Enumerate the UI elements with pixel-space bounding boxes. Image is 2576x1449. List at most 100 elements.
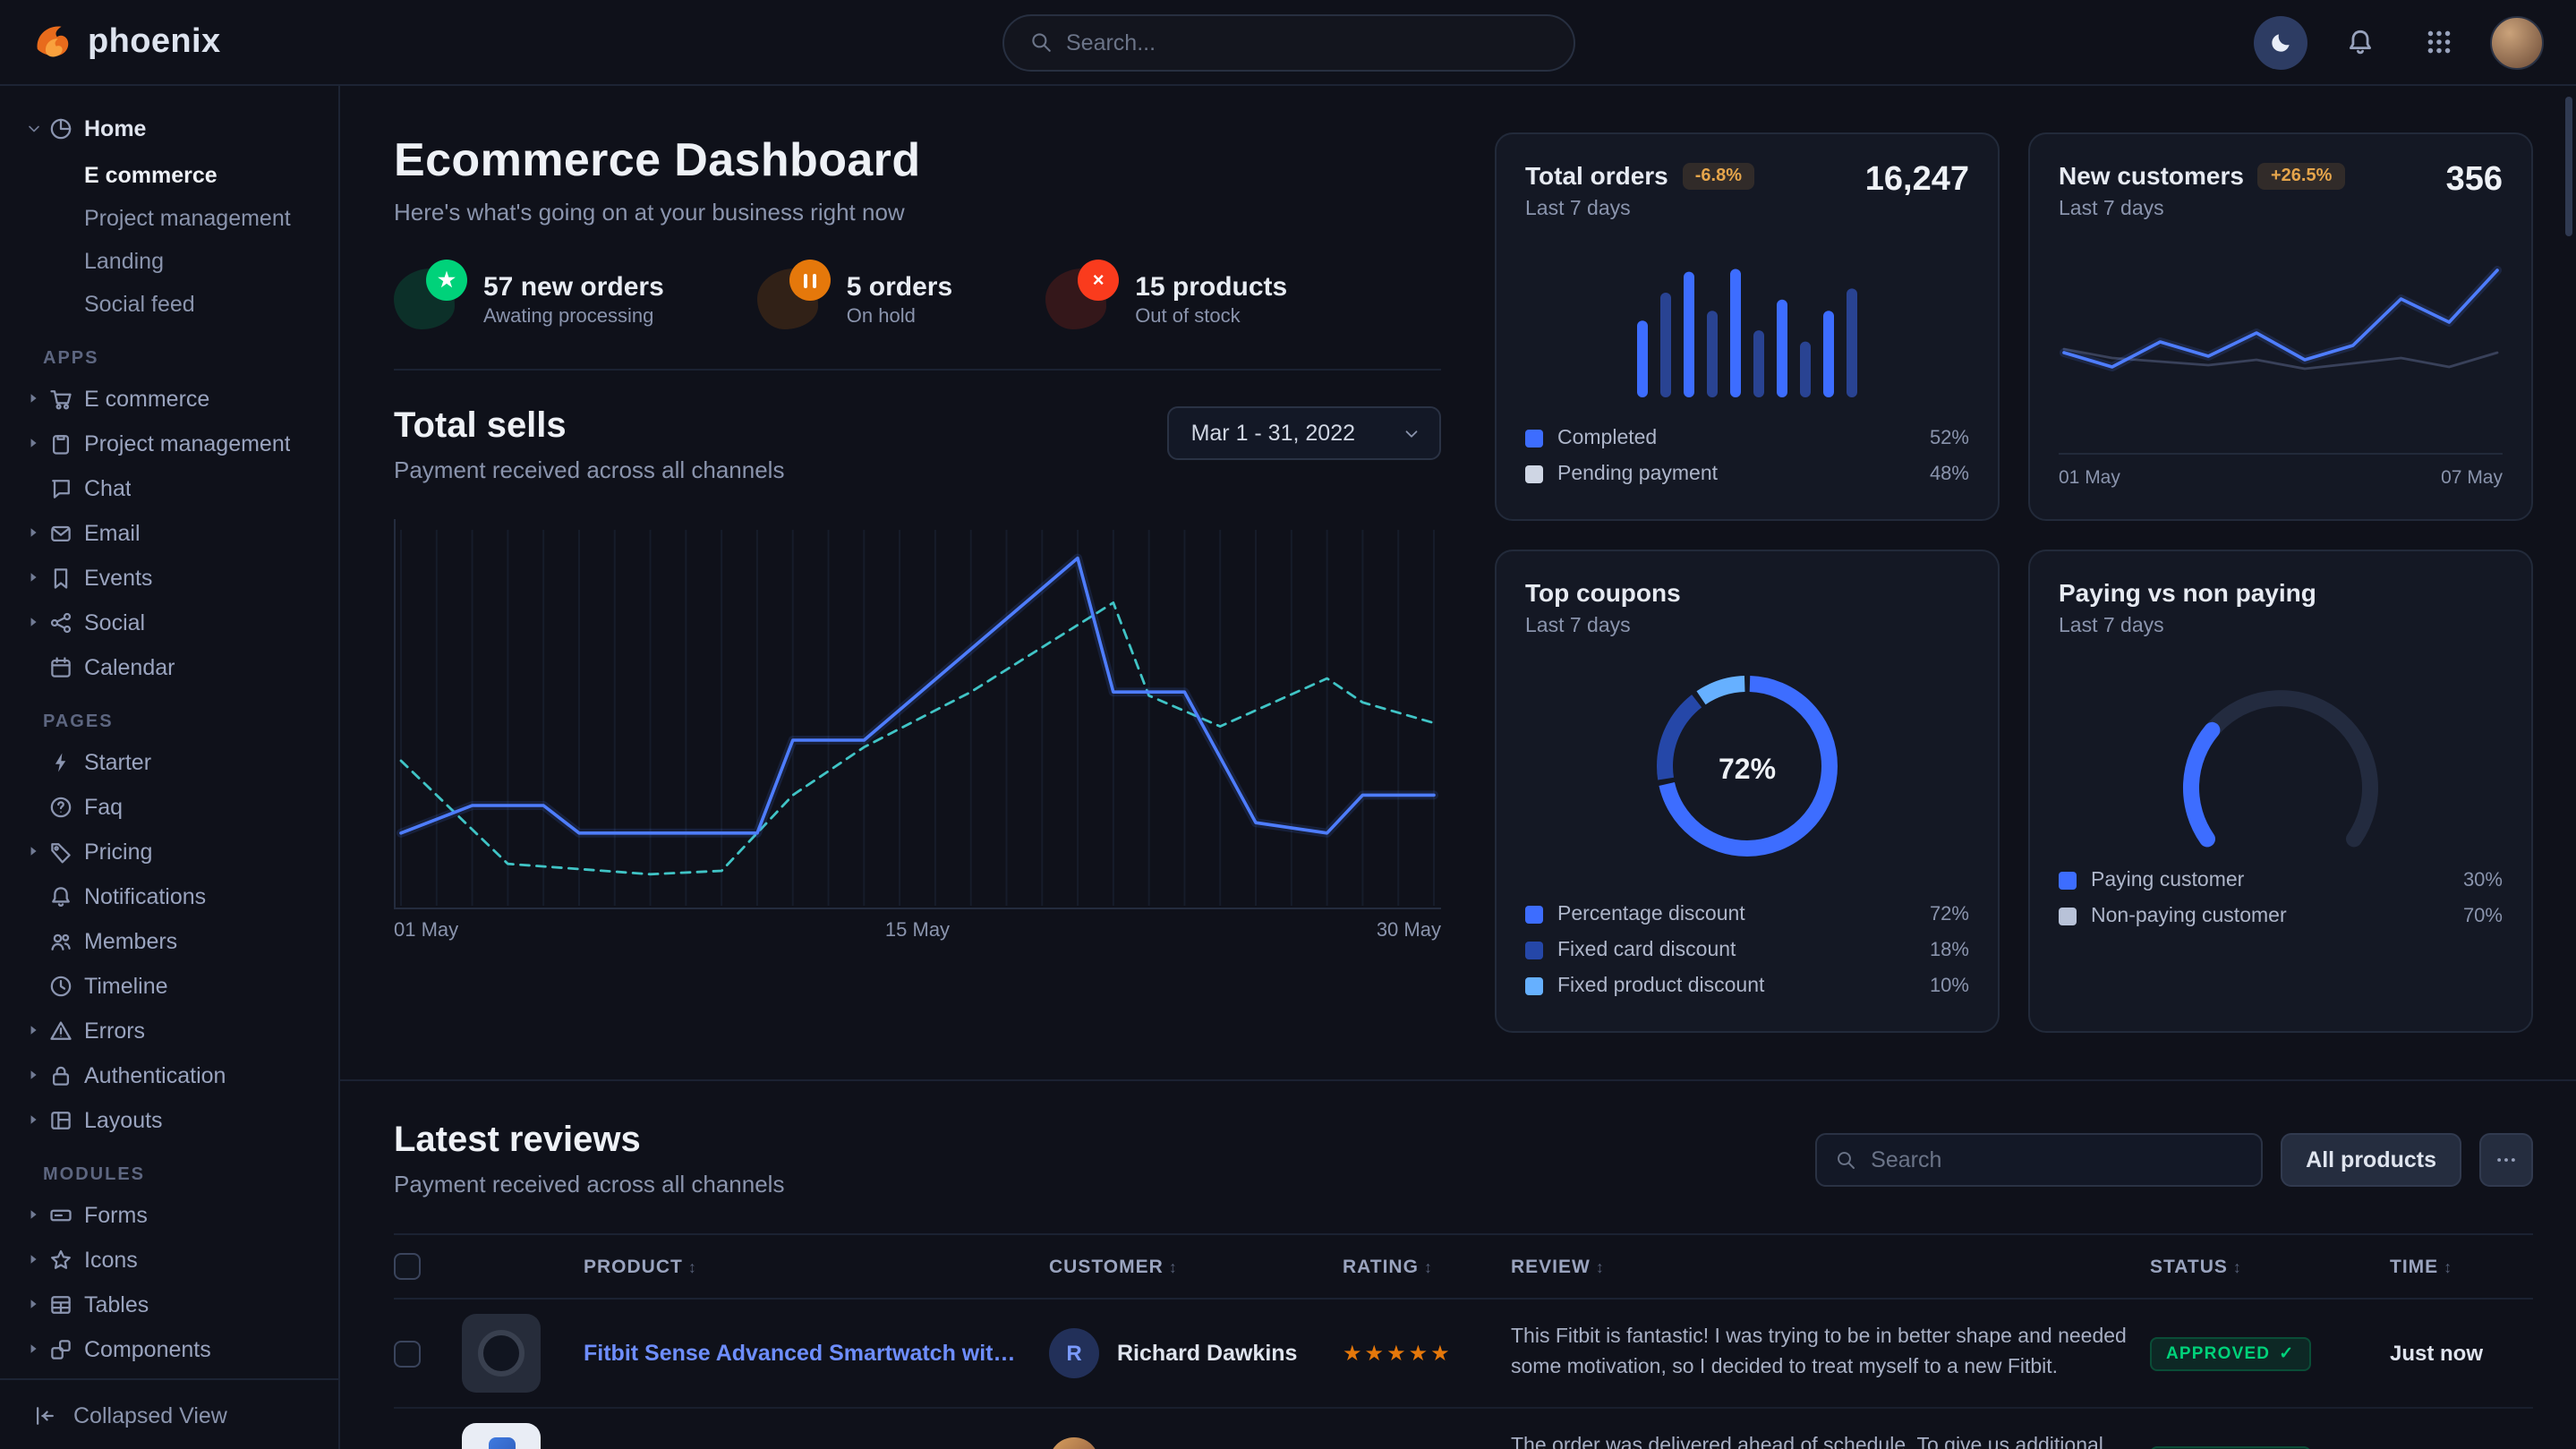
sidebar-item-icons[interactable]: Icons	[0, 1237, 338, 1282]
calendar-icon	[48, 654, 84, 679]
column-rating[interactable]: RATING	[1343, 1256, 1489, 1277]
column-time[interactable]: TIME	[2390, 1256, 2533, 1277]
collapse-sidebar-button[interactable]: Collapsed View	[0, 1378, 338, 1449]
legend-label: Non-paying customer	[2091, 906, 2287, 927]
legend-value: 70%	[2463, 906, 2503, 927]
column-review[interactable]: REVIEW	[1511, 1256, 2128, 1277]
notifications-icon[interactable]	[2333, 15, 2386, 69]
customer-name: Richard Dawkins	[1117, 1341, 1297, 1366]
sidebar-item-project-management[interactable]: Project management	[0, 421, 338, 465]
caret-right-icon	[25, 390, 48, 406]
all-products-button[interactable]: All products	[2281, 1132, 2461, 1186]
sidebar-item-forms[interactable]: Forms	[0, 1192, 338, 1237]
legend-item: Fixed product discount10%	[1525, 968, 1969, 1004]
legend-swatch	[2059, 872, 2077, 890]
sidebar-item-layouts[interactable]: Layouts	[0, 1097, 338, 1142]
sidebar-item-e-commerce[interactable]: E commerce	[0, 376, 338, 421]
sidebar-item-components[interactable]: Components	[0, 1326, 338, 1371]
table-row: Fitbit Sense Advanced Smartwatch with To…	[394, 1300, 2533, 1409]
select-all-checkbox[interactable]	[394, 1253, 421, 1280]
cart-icon	[48, 386, 84, 411]
caret-right-icon	[25, 1206, 48, 1223]
caret-right-icon	[25, 569, 48, 585]
new-customers-value: 356	[2446, 161, 2503, 200]
sidebar-item-events[interactable]: Events	[0, 555, 338, 600]
main-content: Ecommerce Dashboard Here's what's going …	[340, 86, 2576, 1449]
star-icon: ★	[1430, 1341, 1453, 1366]
donut-center-value: 72%	[1640, 659, 1855, 882]
sidebar-item-pricing[interactable]: Pricing	[0, 829, 338, 874]
customer-cell: RRichard Dawkins	[1049, 1328, 1321, 1378]
star-icon	[48, 1247, 84, 1272]
sidebar-item-project-management[interactable]: Project management	[0, 197, 338, 240]
global-search[interactable]	[1002, 13, 1574, 71]
product-link[interactable]: Fitbit Sense Advanced Smartwatch with To…	[584, 1341, 1028, 1366]
status-badge: APPROVED✓	[2150, 1337, 2310, 1371]
stat-value: 57 new orders	[483, 271, 664, 302]
stat-on-hold: 5 ordersOn hold	[757, 268, 952, 329]
legend-item: Completed52%	[1525, 421, 1969, 456]
more-options-button[interactable]	[2479, 1132, 2533, 1186]
paying-card: Paying vs non paying Last 7 days Paying …	[2028, 550, 2533, 1033]
sidebar-nav: Home E commerceProject managementLanding…	[0, 86, 338, 1378]
sidebar-item-notifications[interactable]: Notifications	[0, 874, 338, 918]
mail-icon	[48, 520, 84, 545]
user-avatar[interactable]	[2490, 15, 2544, 69]
total-sells-subtitle: Payment received across all channels	[394, 456, 784, 483]
paying-gauge-chart	[2146, 652, 2415, 852]
sidebar-item-tables[interactable]: Tables	[0, 1282, 338, 1326]
divider	[394, 369, 1441, 371]
sidebar-item-calendar[interactable]: Calendar	[0, 644, 338, 689]
date-range-select[interactable]: Mar 1 - 31, 2022	[1168, 406, 1441, 460]
column-status[interactable]: STATUS	[2150, 1256, 2368, 1277]
clock-icon	[48, 973, 84, 998]
form-icon	[48, 1202, 84, 1227]
bolt-icon	[48, 749, 84, 774]
legend-value: 30%	[2463, 870, 2503, 891]
tag-icon	[48, 839, 84, 864]
collapse-icon	[32, 1402, 57, 1428]
sidebar-item-chat[interactable]: Chat	[0, 465, 338, 510]
row-checkbox[interactable]	[394, 1340, 421, 1367]
apps-grid-icon[interactable]	[2411, 15, 2465, 69]
caret-right-icon	[25, 435, 48, 451]
sidebar-item-home[interactable]: Home	[0, 104, 338, 154]
sidebar-item-landing[interactable]: Landing	[0, 240, 338, 283]
sidebar-item-members[interactable]: Members	[0, 918, 338, 963]
legend-swatch	[1525, 465, 1543, 483]
sidebar-item-email[interactable]: Email	[0, 510, 338, 555]
customer-cell: Ashley Garrett	[1049, 1437, 1321, 1449]
trend-badge: -6.8%	[1683, 162, 1754, 189]
reviews-search[interactable]	[1815, 1132, 2263, 1186]
sidebar-item-e-commerce[interactable]: E commerce	[0, 154, 338, 197]
legend-item: Fixed card discount18%	[1525, 933, 1969, 968]
global-search-input[interactable]	[1066, 30, 1548, 55]
sidebar-item-faq[interactable]: Faq	[0, 784, 338, 829]
sidebar-item-social[interactable]: Social	[0, 600, 338, 644]
reviews-subtitle: Payment received across all channels	[394, 1171, 784, 1198]
sidebar-item-social-feed[interactable]: Social feed	[0, 283, 338, 326]
trend-badge: +26.5%	[2258, 162, 2344, 189]
caret-right-icon	[25, 1112, 48, 1128]
brand[interactable]: phoenix	[32, 21, 221, 63]
legend-label: Percentage discount	[1557, 904, 1745, 925]
reviews-search-input[interactable]	[1871, 1146, 2243, 1172]
column-customer[interactable]: CUSTOMER	[1049, 1256, 1321, 1277]
legend-label: Completed	[1557, 428, 1657, 449]
sidebar-item-errors[interactable]: Errors	[0, 1008, 338, 1053]
stat-value: 5 orders	[847, 271, 952, 302]
star-icon: ★	[1365, 1341, 1387, 1366]
sidebar-item-starter[interactable]: Starter	[0, 739, 338, 784]
stat-out-of-stock: ×15 productsOut of stock	[1045, 268, 1287, 329]
chevron-down-icon	[1402, 423, 1421, 443]
paying-legend: Paying customer30%Non-paying customer70%	[2059, 863, 2503, 934]
sidebar-item-authentication[interactable]: Authentication	[0, 1053, 338, 1097]
sidebar-item-timeline[interactable]: Timeline	[0, 963, 338, 1008]
table-body: Fitbit Sense Advanced Smartwatch with To…	[394, 1300, 2533, 1449]
stat-awating-processing: ★57 new ordersAwating processing	[394, 268, 664, 329]
column-product[interactable]: PRODUCT	[584, 1256, 1028, 1277]
clipboard-icon	[48, 430, 84, 456]
dark-mode-toggle[interactable]	[2254, 15, 2307, 69]
scrollbar-thumb[interactable]	[2565, 97, 2572, 236]
sidebar-sections: APPSE commerceProject managementChatEmai…	[0, 349, 338, 1371]
